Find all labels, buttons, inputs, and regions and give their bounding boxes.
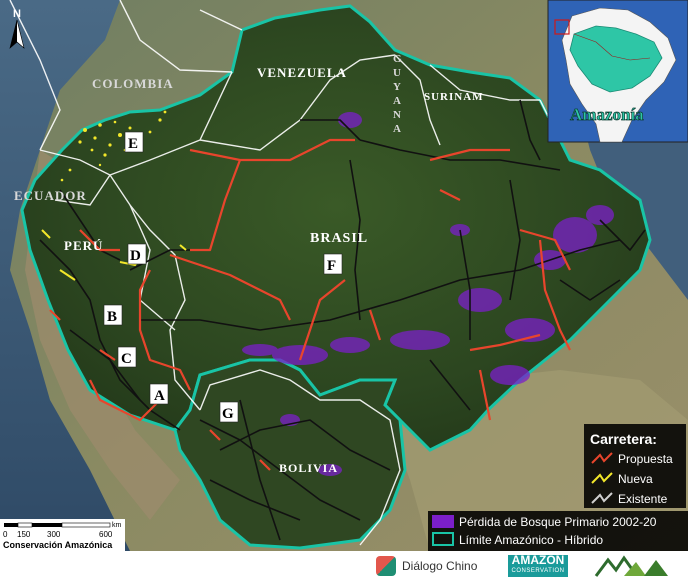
amazon-roads-map: COLOMBIA VENEZUELA GUYANA SURINAM ECUADO… (0, 0, 688, 551)
amazon-conservation-subtext: CONSERVATION (511, 568, 565, 574)
guyana-letter-5: A (393, 123, 402, 135)
maap-logo (594, 554, 670, 578)
segment-label-g: G (219, 401, 239, 423)
country-label-peru: PERÚ (64, 238, 103, 253)
svg-text:F: F (327, 258, 336, 274)
dialogo-chino-icon (376, 556, 396, 576)
guyana-letter-4: N (393, 109, 402, 121)
footer-logos: Diálogo Chino AMAZON CONSERVATION (0, 551, 688, 580)
scalebar-unit: km (112, 522, 122, 529)
legend-boundary-label: Límite Amazónico - Híbrido (459, 533, 603, 547)
guyana-letter-0: G (393, 53, 403, 65)
guyana-letter-2: Y (393, 81, 402, 93)
roads-legend-title: Carretera: (590, 431, 657, 447)
guyana-letter-1: U (393, 67, 402, 79)
segment-label-b: B (103, 304, 123, 326)
scalebar-tick-0: 0 (3, 530, 8, 539)
country-label-colombia: COLOMBIA (92, 76, 174, 91)
segment-label-f: F (323, 253, 343, 275)
scalebar-tick-600: 600 (99, 530, 113, 539)
country-label-brasil: BRASIL (310, 231, 368, 246)
maap-logo-icon (594, 555, 668, 577)
country-label-venezuela: VENEZUELA (257, 65, 347, 80)
scalebar-credit: Conservación Amazónica (3, 540, 113, 550)
segment-label-a: A (149, 383, 169, 405)
forest-loss-swatch (432, 515, 454, 528)
svg-text:D: D (130, 248, 141, 264)
dialogo-chino-logo: Diálogo Chino (376, 554, 477, 578)
segment-label-e: E (124, 131, 144, 153)
dialogo-chino-text: Diálogo Chino (402, 559, 478, 573)
svg-text:E: E (128, 136, 138, 152)
legend-existing-label: Existente (618, 492, 668, 506)
scalebar-tick-150: 150 (17, 530, 31, 539)
svg-text:B: B (107, 309, 117, 325)
svg-text:A: A (154, 388, 165, 404)
roads-legend: Carretera: Propuesta Nueva Existente (584, 424, 686, 508)
legend-proposed-label: Propuesta (618, 452, 673, 466)
guyana-letter-3: A (393, 95, 402, 107)
amazon-conservation-text: AMAZON (511, 553, 565, 567)
segment-label-c: C (117, 346, 137, 368)
scalebar-tick-300: 300 (47, 530, 61, 539)
country-label-surinam: SURINAM (424, 91, 484, 103)
inset-label: Amazonía (570, 105, 644, 124)
layers-legend: Pérdida de Bosque Primario 2002-20 Límit… (428, 511, 688, 551)
svg-text:C: C (121, 351, 132, 367)
amazon-conservation-logo: AMAZON CONSERVATION (508, 553, 568, 577)
inset-map: Amazonía (547, 0, 688, 143)
segment-label-d: D (127, 243, 147, 265)
north-label: N (13, 8, 21, 20)
legend-forest-loss-label: Pérdida de Bosque Primario 2002-20 (459, 515, 657, 529)
legend-new-label: Nueva (618, 472, 653, 486)
scalebar: 0 150 300 600 km Conservación Amazónica (0, 519, 125, 551)
country-label-bolivia: BOLIVIA (279, 461, 338, 475)
country-label-ecuador: ECUADOR (14, 188, 87, 203)
svg-text:G: G (222, 406, 234, 422)
